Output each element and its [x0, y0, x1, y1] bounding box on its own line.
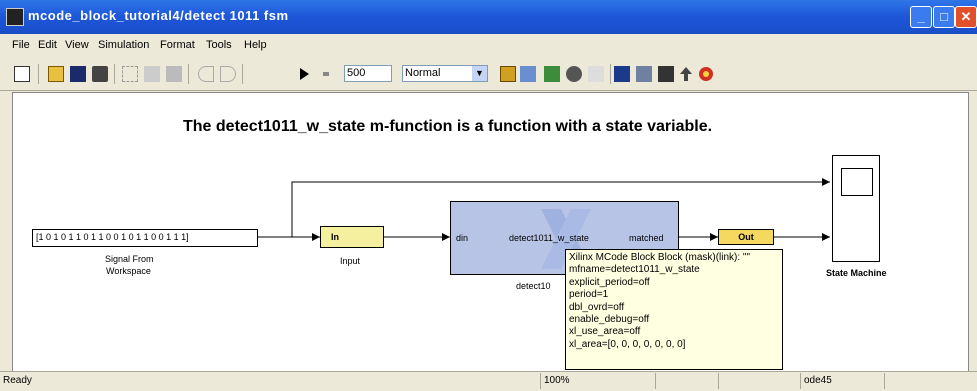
signal-from-workspace-block[interactable]: [1 0 1 0 1 1 0 1 1 0 0 1 0 1 1 0 0 1 1 1…: [32, 229, 258, 247]
status-cell-empty: [655, 373, 719, 389]
signal-values: [1 0 1 0 1 1 0 1 1 0 0 1 0 1 1 0 0 1 1 1…: [36, 232, 189, 242]
block-tooltip: Xilinx MCode Block Block (mask)(link): "…: [565, 249, 783, 370]
input-block-label: Input: [340, 256, 361, 266]
tooltip-line: dbl_ovrd=off: [569, 301, 625, 313]
tooltip-line: Xilinx MCode Block Block (mask)(link): "…: [569, 252, 751, 263]
arrowhead: [710, 233, 718, 241]
gateway-in-block[interactable]: In: [320, 226, 384, 248]
status-bar: Ready 100% ode45: [0, 371, 977, 391]
gateway-out-text: Out: [738, 232, 754, 242]
status-text: Ready: [3, 375, 32, 386]
arrowhead: [822, 178, 830, 186]
tooltip-line: xl_use_area=off: [569, 326, 641, 338]
tooltip-line: explicit_period=off: [569, 276, 650, 288]
zoom-level: 100%: [540, 373, 654, 389]
scope-block[interactable]: [832, 155, 880, 262]
status-cell-empty: [884, 373, 968, 389]
tooltip-line: mfname=detect1011_w_state: [569, 264, 700, 276]
tooltip-line: period=1: [569, 289, 609, 301]
tooltip-line: enable_debug=off: [569, 314, 650, 326]
status-cell-empty: [718, 373, 802, 389]
signal-block-label-line1: Signal From: [105, 254, 154, 264]
signal-block-label-line2: Workspace: [106, 266, 151, 276]
mcode-port-din: din: [456, 233, 469, 243]
arrowhead: [822, 233, 830, 241]
arrowhead: [312, 233, 320, 241]
arrowhead: [442, 233, 450, 241]
mcode-block-label: detect10: [516, 281, 551, 291]
tooltip-line: xl_area=[0, 0, 0, 0, 0, 0, 0]: [569, 338, 686, 350]
scope-screen-icon: [841, 168, 873, 196]
signal-lines: [258, 178, 830, 241]
mcode-port-matched: matched: [629, 233, 664, 243]
mcode-function-name: detect1011_w_state: [509, 233, 589, 243]
gateway-in-text: In: [331, 232, 339, 242]
gateway-out-block[interactable]: Out: [718, 229, 774, 245]
scope-block-label: State Machine: [826, 268, 887, 278]
solver-name: ode45: [800, 373, 884, 389]
